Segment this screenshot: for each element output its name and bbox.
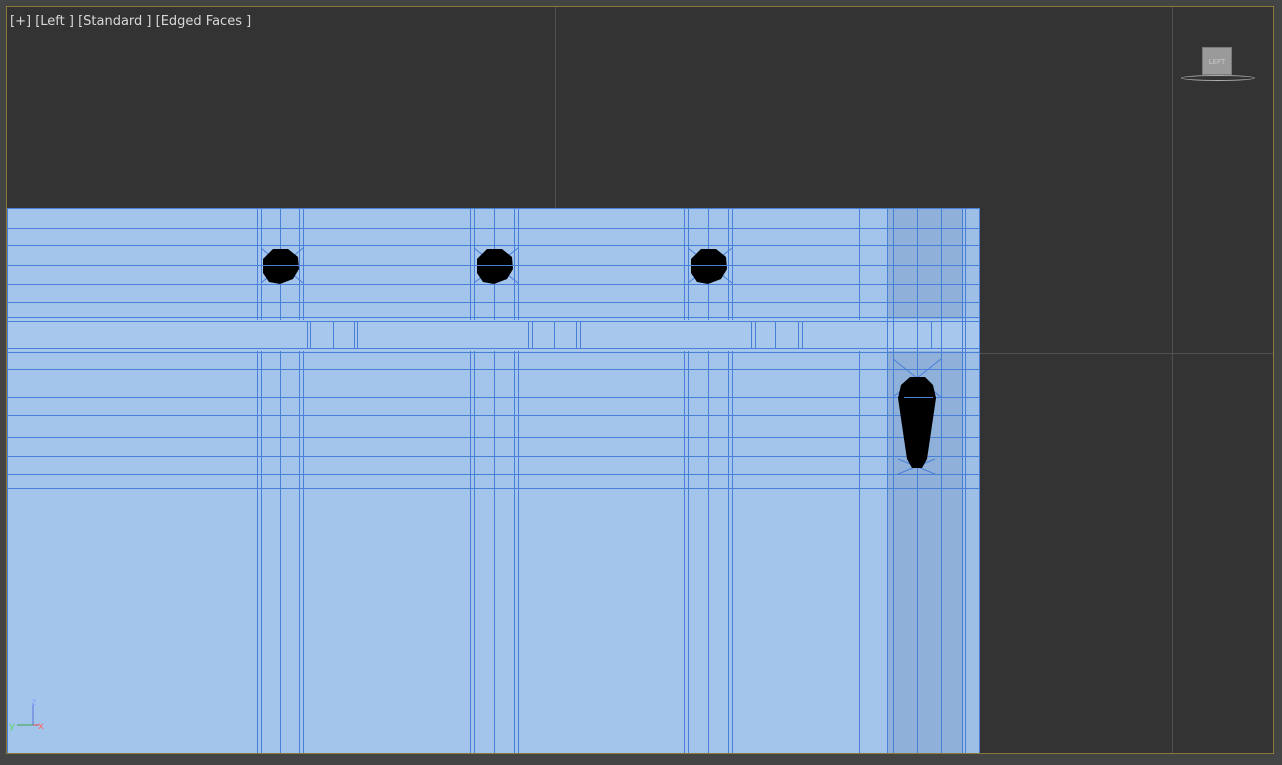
- mesh-faces: [7, 208, 980, 753]
- axis-z-label: z: [31, 697, 36, 708]
- viewport-view-menu[interactable]: [Left ]: [35, 14, 74, 29]
- viewport-general-menu[interactable]: [+]: [10, 14, 31, 29]
- axis-y-label: y: [9, 721, 15, 732]
- axis-x-label: x: [38, 721, 44, 732]
- viewport-shading-menu[interactable]: [Standard ]: [78, 14, 151, 29]
- left-viewport[interactable]: [+] [Left ] [Standard ] [Edged Faces ] L…: [6, 6, 1274, 754]
- viewcube[interactable]: LEFT: [1179, 45, 1259, 95]
- axis-tripod: z y x: [9, 697, 44, 732]
- mesh-object[interactable]: [7, 7, 1273, 753]
- viewport-label: [+] [Left ] [Standard ] [Edged Faces ]: [10, 14, 251, 29]
- viewport-edged-faces-menu[interactable]: [Edged Faces ]: [156, 14, 252, 29]
- viewcube-compass-ring[interactable]: [1181, 75, 1255, 81]
- viewcube-face-left[interactable]: LEFT: [1202, 47, 1232, 75]
